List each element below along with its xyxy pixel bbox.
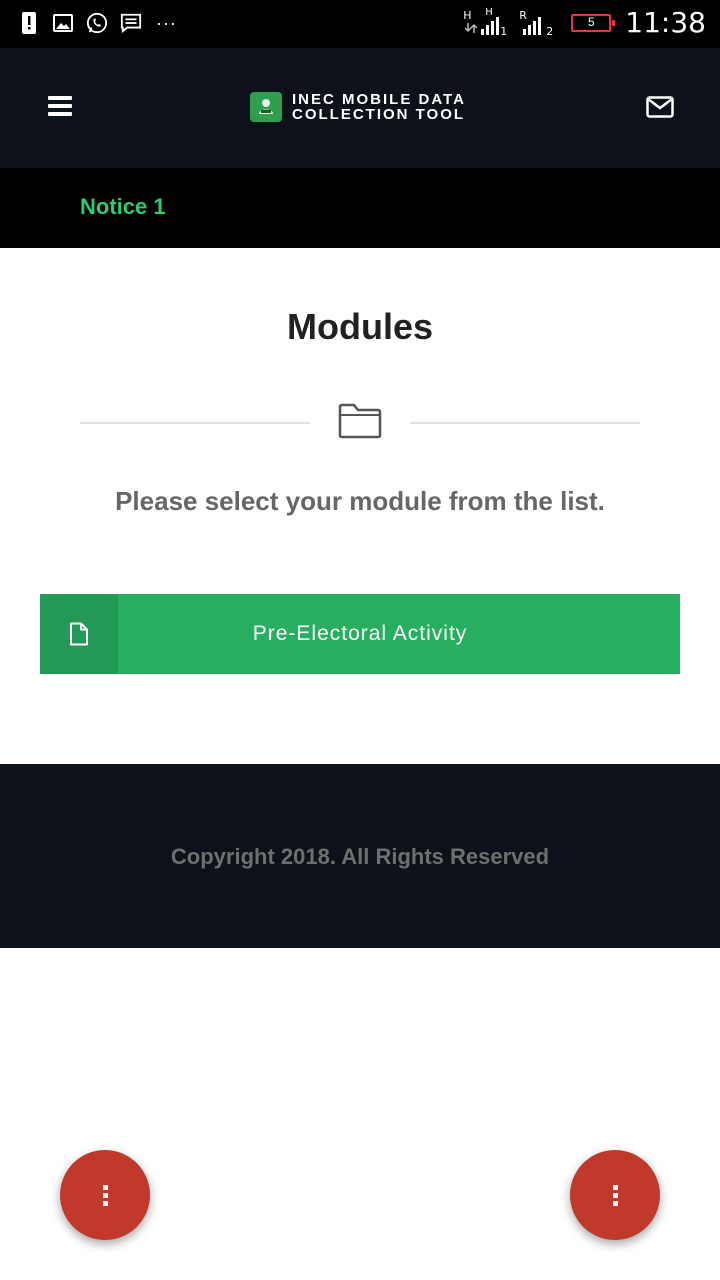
signal-bars-icon bbox=[523, 16, 542, 35]
instruction-text: Please select your module from the list. bbox=[115, 486, 605, 516]
network-type-label: H bbox=[463, 8, 472, 22]
envelope-icon[interactable] bbox=[646, 96, 674, 118]
module-label: Pre-Electoral Activity bbox=[252, 622, 468, 645]
brand: INEC MOBILE DATA COLLECTION TOOL bbox=[250, 92, 466, 122]
signal-2: R 2 bbox=[515, 7, 559, 39]
whatsapp-icon bbox=[86, 10, 108, 36]
data-arrows-icon bbox=[465, 22, 478, 33]
more-vert-icon bbox=[103, 1185, 108, 1206]
alert-icon bbox=[18, 10, 40, 36]
battery-icon: 5 bbox=[571, 13, 616, 32]
sim-slot-label: 1 bbox=[500, 24, 508, 38]
brand-line-1: INEC MOBILE DATA bbox=[292, 91, 466, 108]
clock: 11:38 bbox=[625, 6, 706, 39]
system-indicators: H H 1 R 2 5 11:38 bbox=[463, 6, 706, 39]
image-icon bbox=[52, 10, 74, 36]
left-fab-button[interactable] bbox=[60, 1150, 150, 1240]
hamburger-icon[interactable] bbox=[48, 96, 72, 116]
notice-link[interactable]: Notice 1 bbox=[80, 194, 166, 220]
brand-title: INEC MOBILE DATA COLLECTION TOOL bbox=[292, 92, 466, 122]
inec-logo bbox=[250, 92, 282, 122]
brand-line-2: COLLECTION TOOL bbox=[292, 106, 466, 123]
page-title: Modules bbox=[286, 306, 433, 347]
more-vert-icon bbox=[613, 1185, 618, 1206]
folder-icon bbox=[337, 402, 383, 440]
footer: Copyright 2018. All Rights Reserved bbox=[0, 764, 720, 948]
right-fab-button[interactable] bbox=[570, 1150, 660, 1240]
signal-bars-icon bbox=[481, 16, 500, 35]
copyright-text: Copyright 2018. All Rights Reserved bbox=[170, 844, 550, 869]
message-icon bbox=[120, 10, 142, 36]
divider-right bbox=[410, 422, 640, 424]
app-header: INEC MOBILE DATA COLLECTION TOOL bbox=[0, 48, 720, 168]
notification-icons: ··· bbox=[18, 10, 177, 36]
status-bar: ··· H H 1 R 2 5 11:38 bbox=[0, 0, 720, 48]
notice-bar: Notice 1 bbox=[0, 168, 720, 248]
sim-slot-label: 2 bbox=[546, 24, 554, 38]
module-button-pre-electoral-activity[interactable]: Pre-Electoral Activity bbox=[40, 594, 680, 674]
battery-level: 5 bbox=[587, 14, 595, 29]
overflow-notifications: ··· bbox=[156, 12, 177, 33]
signal-1: H H 1 bbox=[463, 7, 507, 39]
divider-left bbox=[80, 422, 310, 424]
